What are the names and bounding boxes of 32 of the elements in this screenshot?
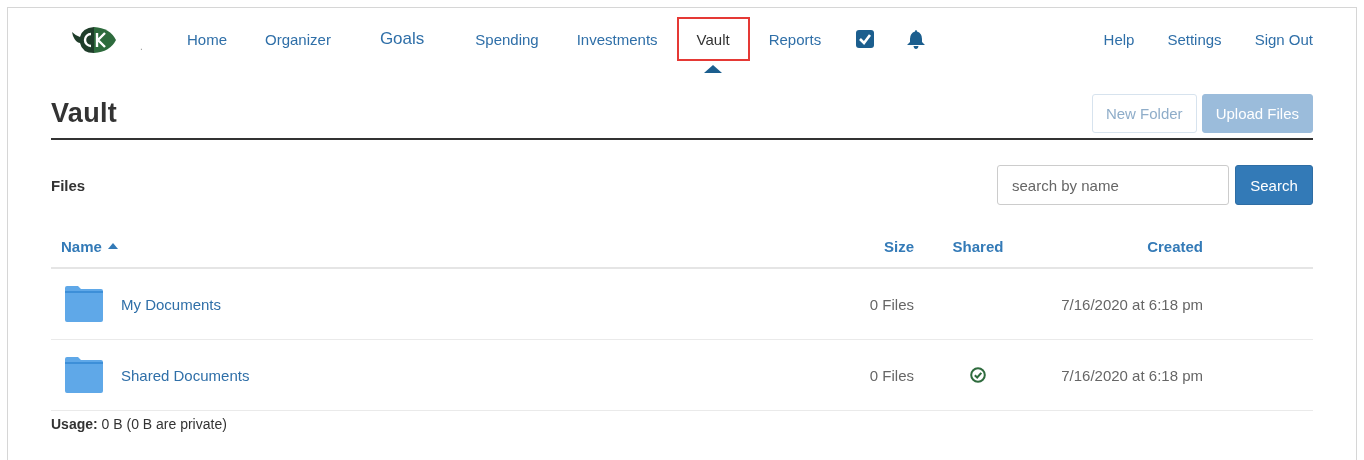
leaf-logo-icon[interactable]	[70, 25, 118, 55]
column-header[interactable]: Created	[1147, 237, 1203, 255]
nav-tab[interactable]: Goals	[349, 17, 457, 61]
active-caret-icon	[704, 65, 723, 73]
created-date: 7/16/2020 at 6:18 pm	[1061, 295, 1203, 313]
usage-text: Usage: 0 B (0 B are private)	[51, 416, 228, 432]
header-link[interactable]: Settings	[1167, 30, 1222, 48]
nav-tab[interactable]: Investments	[557, 17, 677, 61]
search-field[interactable]: search by name	[997, 165, 1229, 205]
checkbox-icon[interactable]	[856, 30, 875, 48]
created-date: 7/16/2020 at 6:18 pm	[1061, 366, 1203, 384]
nav-tab[interactable]: Reports	[749, 17, 841, 61]
file-count: 0 Files	[869, 366, 914, 384]
bell-icon[interactable]	[906, 29, 927, 49]
folder-icon	[64, 286, 104, 322]
header-link[interactable]: Sign Out	[1254, 30, 1313, 48]
header-link[interactable]: Help	[1103, 30, 1135, 48]
nav-tab[interactable]: Spending	[456, 17, 558, 61]
column-header[interactable]: Name	[61, 237, 118, 255]
column-header[interactable]: Shared	[952, 237, 1004, 255]
search-button[interactable]: Search	[1235, 165, 1313, 205]
logo-caption: .	[140, 40, 144, 52]
file-count: 0 Files	[869, 295, 914, 313]
nav-tab[interactable]: Organizer	[246, 17, 350, 61]
nav-tab[interactable]: Home	[168, 17, 246, 61]
folder-icon	[64, 357, 104, 393]
column-header[interactable]: Size	[884, 237, 914, 255]
folder-link[interactable]: My Documents	[121, 295, 222, 313]
folder-link[interactable]: Shared Documents	[121, 366, 250, 384]
section-heading: Files	[51, 176, 86, 194]
page-title: Vault	[51, 98, 118, 129]
sort-arrow-icon	[107, 243, 118, 249]
